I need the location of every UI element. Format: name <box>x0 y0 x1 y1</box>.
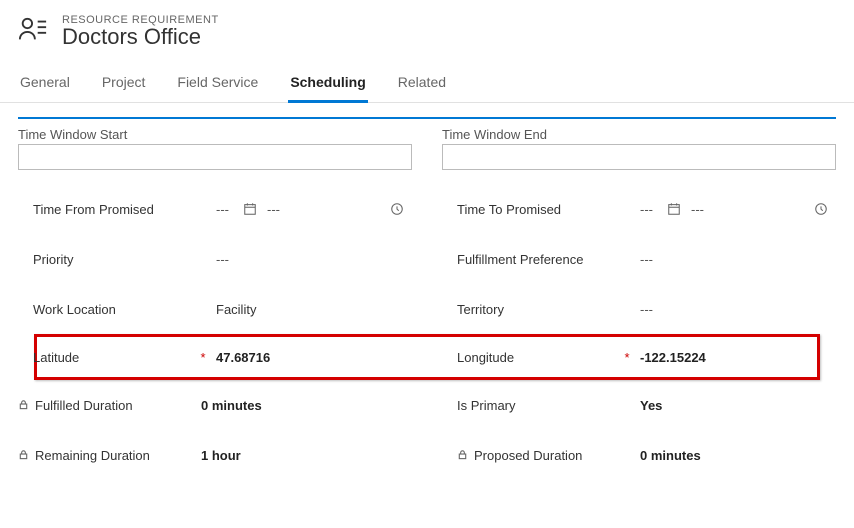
lock-icon <box>18 449 29 460</box>
field-fulfillment-preference: Fulfillment Preference * --- <box>457 234 836 284</box>
field-longitude: Longitude * -122.15224 <box>457 334 836 380</box>
label-remaining-duration: Remaining Duration <box>18 448 183 463</box>
lock-icon <box>18 399 29 410</box>
label-fulfillment-preference: Fulfillment Preference <box>457 252 622 267</box>
calendar-icon[interactable] <box>667 202 681 216</box>
section-label-time-window-start: Time Window Start <box>18 127 412 142</box>
label-time-to-promised: Time To Promised <box>457 202 622 217</box>
value-time-from-promised-date[interactable]: --- <box>216 202 229 217</box>
value-latitude[interactable]: 47.68716 <box>216 350 270 365</box>
value-fulfillment-preference[interactable]: --- <box>640 252 653 267</box>
field-proposed-duration: Proposed Duration * 0 minutes <box>457 430 836 480</box>
value-proposed-duration: 0 minutes <box>640 448 701 463</box>
time-window-end-input[interactable] <box>442 144 836 170</box>
accent-bar <box>18 117 836 119</box>
label-work-location: Work Location <box>33 302 198 317</box>
column-left: Time Window Start Time From Promised * -… <box>18 127 412 334</box>
page-header: RESOURCE REQUIREMENT Doctors Office <box>0 0 854 62</box>
value-is-primary[interactable]: Yes <box>640 398 662 413</box>
field-is-primary: Is Primary * Yes <box>457 380 836 430</box>
clock-icon[interactable] <box>390 202 404 216</box>
tab-scheduling[interactable]: Scheduling <box>288 68 367 103</box>
label-time-from-promised: Time From Promised <box>33 202 198 217</box>
value-territory[interactable]: --- <box>640 302 653 317</box>
value-time-to-promised-date[interactable]: --- <box>640 202 653 217</box>
field-priority: Priority * --- <box>33 234 412 284</box>
record-title: Doctors Office <box>62 24 219 50</box>
value-time-to-promised-time[interactable]: --- <box>691 202 704 217</box>
label-is-primary: Is Primary <box>457 398 622 413</box>
required-indicator: * <box>622 350 632 365</box>
field-fulfilled-duration: Fulfilled Duration * 0 minutes <box>18 380 412 430</box>
label-longitude: Longitude <box>457 350 622 365</box>
field-remaining-duration: Remaining Duration * 1 hour <box>18 430 412 480</box>
label-territory: Territory <box>457 302 622 317</box>
clock-icon[interactable] <box>814 202 828 216</box>
tab-general[interactable]: General <box>18 68 72 102</box>
field-latitude: Latitude * 47.68716 <box>33 334 412 380</box>
lock-icon <box>457 449 468 460</box>
label-priority: Priority <box>33 252 198 267</box>
value-priority[interactable]: --- <box>216 252 229 267</box>
required-indicator: * <box>198 350 208 365</box>
tab-strip: General Project Field Service Scheduling… <box>0 62 854 103</box>
value-work-location[interactable]: Facility <box>216 302 256 317</box>
value-longitude[interactable]: -122.15224 <box>640 350 706 365</box>
value-fulfilled-duration: 0 minutes <box>201 398 262 413</box>
calendar-icon[interactable] <box>243 202 257 216</box>
person-list-icon <box>18 15 48 50</box>
tab-project[interactable]: Project <box>100 68 148 102</box>
label-latitude: Latitude <box>33 350 198 365</box>
field-time-from-promised: Time From Promised * --- --- <box>33 184 412 234</box>
column-right: Time Window End Time To Promised * --- -… <box>442 127 836 334</box>
section-label-time-window-end: Time Window End <box>442 127 836 142</box>
field-territory: Territory * --- <box>457 284 836 334</box>
label-proposed-duration: Proposed Duration <box>457 448 622 463</box>
time-window-start-input[interactable] <box>18 144 412 170</box>
tab-related[interactable]: Related <box>396 68 448 102</box>
field-time-to-promised: Time To Promised * --- --- <box>457 184 836 234</box>
value-time-from-promised-time[interactable]: --- <box>267 202 280 217</box>
field-work-location: Work Location * Facility <box>33 284 412 334</box>
value-remaining-duration: 1 hour <box>201 448 241 463</box>
label-fulfilled-duration: Fulfilled Duration <box>18 398 183 413</box>
tab-field-service[interactable]: Field Service <box>175 68 260 102</box>
